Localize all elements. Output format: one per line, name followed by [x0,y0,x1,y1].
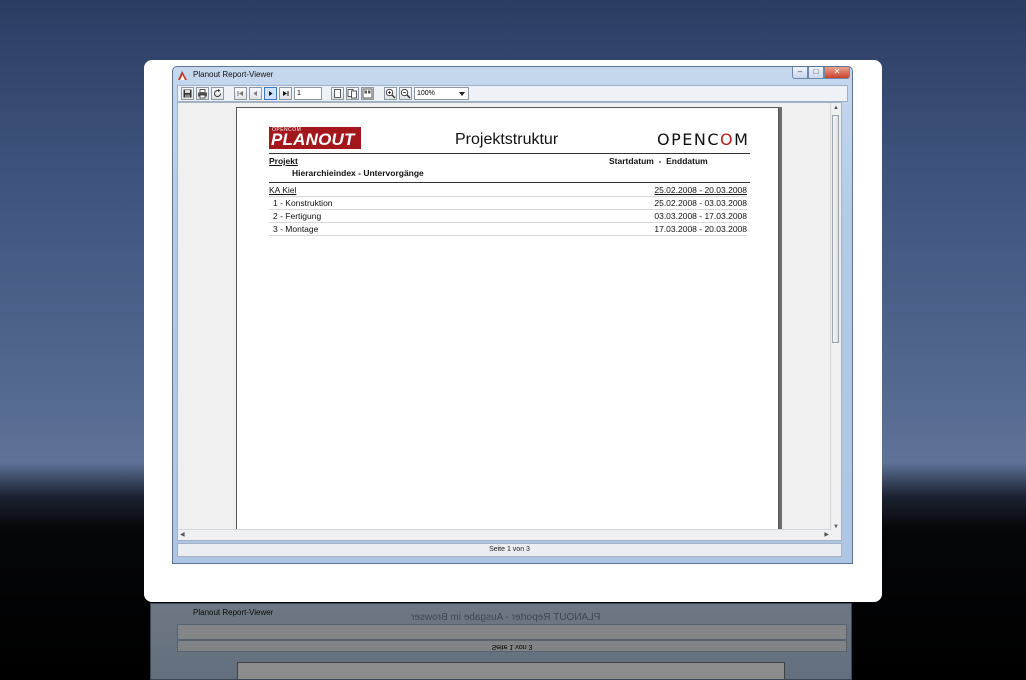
reflection-status: Seite 1 von 3 [177,640,847,652]
column-header-sub: Hierarchieindex - Untervorgänge [292,168,424,178]
scroll-down-icon[interactable]: ▼ [833,523,839,531]
refresh-icon[interactable] [211,87,224,100]
row-name: 2 - Fertigung [273,211,322,221]
first-page-icon[interactable] [234,87,247,100]
opencom-logo: OPENCOM [657,130,750,149]
vertical-scroll-thumb[interactable] [832,115,839,343]
prev-page-icon[interactable] [249,87,262,100]
app-icon [178,71,187,80]
row-dates: 25.02.2008 - 03.03.2008 [654,198,747,208]
save-icon[interactable] [181,87,194,100]
table-row: 1 - Konstruktion 25.02.2008 - 03.03.2008 [269,197,747,210]
status-bar: Seite 1 von 3 [177,543,842,557]
column-header-dates: Startdatum - Enddatum [609,156,708,166]
scroll-up-icon[interactable]: ▲ [833,104,839,112]
vertical-scrollbar[interactable]: ▲ ▼ [830,103,841,532]
toolbar: 1 100% [177,85,848,102]
row-name: 3 - Montage [273,224,319,234]
row-dates: 17.03.2008 - 20.03.2008 [654,224,747,234]
maximize-button[interactable]: □ [808,67,824,79]
last-page-icon[interactable] [279,87,292,100]
chevron-down-icon [459,92,465,96]
report-page: OPENCOM PLANOUT Projektstruktur OPENCOM … [236,107,779,540]
print-icon[interactable] [196,87,209,100]
report-viewer-window: Planout Report-Viewer – □ ✕ 1 100% OPENC… [172,66,853,564]
header-bottom-rule [269,182,750,183]
row-name: KA Kiel [269,185,297,195]
scroll-right-icon[interactable]: ▶ [824,531,829,539]
planout-logo: OPENCOM PLANOUT [269,127,361,149]
table-row: 2 - Fertigung 03.03.2008 - 17.03.2008 [269,210,747,223]
column-header-project: Projekt [269,156,298,166]
row-dates: 25.02.2008 - 20.03.2008 [654,185,747,195]
horizontal-scrollbar[interactable]: ◀ ▶ [178,529,831,540]
scroll-left-icon[interactable]: ◀ [180,531,185,539]
window-title: Planout Report-Viewer [193,70,274,79]
report-title: Projektstruktur [455,131,559,148]
zoom-in-icon[interactable] [384,87,397,100]
row-dates: 03.03.2008 - 17.03.2008 [654,211,747,221]
next-page-icon[interactable] [264,87,277,100]
zoom-select[interactable]: 100% [414,87,469,100]
close-button[interactable]: ✕ [824,67,850,79]
header-rule [269,153,750,154]
title-bar[interactable]: Planout Report-Viewer – □ ✕ [173,67,852,85]
window-reflection: Planout Report-Viewer Seite 1 von 3 PLAN… [150,603,852,680]
zoom-value: 100% [417,90,435,97]
reflection-paper [237,662,785,679]
row-name: 1 - Konstruktion [273,198,333,208]
report-viewport: OPENCOM PLANOUT Projektstruktur OPENCOM … [177,102,842,541]
single-page-icon[interactable] [331,87,344,100]
page-number-input[interactable]: 1 [294,87,322,100]
reflection-toolbar [177,624,847,640]
reflection-ghost-text: PLANOUT Reporter - Ausgabe im Browser [411,612,601,623]
two-pages-icon[interactable] [346,87,359,100]
table-row: 3 - Montage 17.03.2008 - 20.03.2008 [269,223,747,236]
table-row: KA Kiel 25.02.2008 - 20.03.2008 [269,184,747,197]
zoom-out-icon[interactable] [399,87,412,100]
multi-page-icon[interactable] [361,87,374,100]
minimize-button[interactable]: – [792,67,808,79]
planout-logo-text: PLANOUT [271,130,355,149]
reflection-title: Planout Report-Viewer [193,608,274,617]
